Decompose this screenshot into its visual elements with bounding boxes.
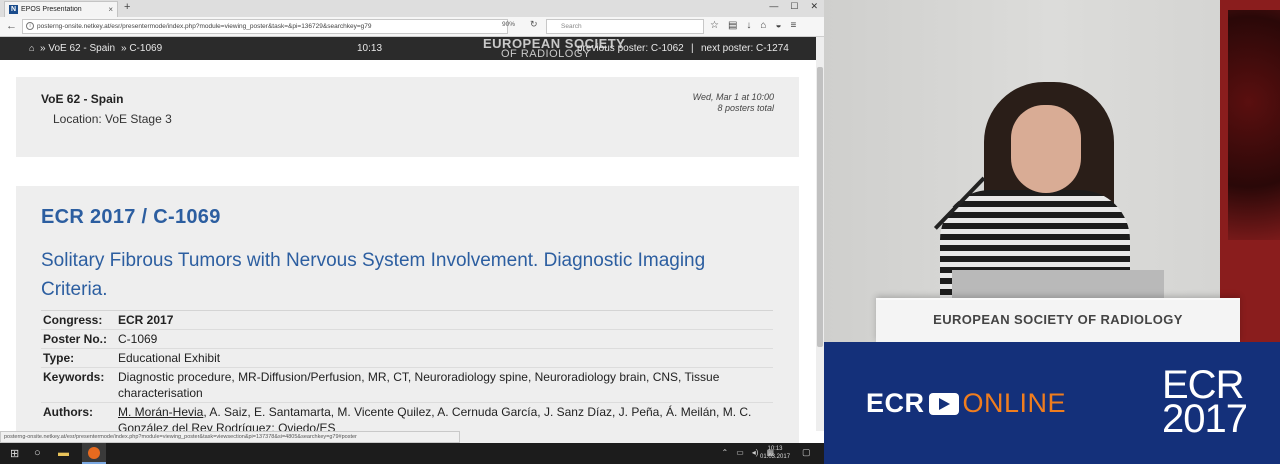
firefox-taskbar-icon[interactable] [82, 443, 106, 464]
url-bar[interactable]: i posterng-onsite.netkey.at/esr/presente… [22, 19, 508, 34]
poster-navigation-bar: ⌂ » VoE 62 - Spain » C-1069 10:13 EUROPE… [0, 37, 816, 60]
previous-poster-link[interactable]: previous poster: C-1062 [577, 43, 684, 54]
browser-window: N EPOS Presentation × + — ☐ ✕ ← i poster… [0, 0, 824, 443]
close-window-icon[interactable]: ✕ [810, 1, 818, 12]
home-icon[interactable]: ⌂ [760, 20, 766, 31]
table-row: Type: Educational Exhibit [41, 348, 773, 367]
windows-taskbar: ⊞ ○ ▬ ⌃ ▭ ◂) ▦ 10:13 01.03.2017 ▢ [0, 443, 824, 464]
search-placeholder: Search [561, 23, 582, 30]
windows-start-icon[interactable]: ⊞ [10, 447, 19, 460]
bookmark-star-icon[interactable]: ☆ [710, 20, 719, 31]
favicon-icon: N [9, 5, 18, 14]
reading-list-icon[interactable]: ▤ [728, 20, 737, 31]
notifications-icon[interactable]: ▢ [802, 447, 811, 458]
toolbar-icons: ☆ ▤ ↓ ⌂ ◒ ≡ [710, 20, 796, 31]
play-icon [928, 392, 959, 415]
download-icon[interactable]: ↓ [746, 20, 751, 31]
separator: | [691, 43, 694, 54]
maximize-icon[interactable]: ☐ [790, 1, 798, 12]
zoom-level[interactable]: 90% [502, 21, 515, 28]
table-row: Congress: ECR 2017 [41, 310, 773, 329]
vertical-scrollbar[interactable] [816, 37, 824, 431]
search-icon[interactable]: ○ [34, 447, 41, 459]
scroll-thumb[interactable] [817, 67, 823, 347]
network-icon[interactable]: ▭ [736, 448, 744, 457]
volume-icon[interactable]: ◂) [752, 448, 759, 457]
reload-icon[interactable]: ↻ [530, 19, 538, 30]
table-row: Keywords: Diagnostic procedure, MR-Diffu… [41, 367, 773, 402]
poster-info-box: ECR 2017 / C-1069 Solitary Fibrous Tumor… [16, 186, 799, 443]
first-author-link[interactable]: M. Morán-Hevia [118, 405, 203, 419]
lectern-sign: EUROPEAN SOCIETY OF RADIOLOGY [933, 312, 1183, 327]
poster-id: ECR 2017 / C-1069 [41, 206, 221, 228]
taskbar-clock[interactable]: 10:13 01.03.2017 [760, 445, 790, 461]
table-row: Poster No.: C-1069 [41, 329, 773, 348]
session-info-box: VoE 62 - Spain Location: VoE Stage 3 Wed… [16, 77, 799, 157]
tab-title: EPOS Presentation [21, 6, 82, 13]
poster-metadata-table: Congress: ECR 2017 Poster No.: C-1069 Ty… [41, 310, 773, 437]
minimize-icon[interactable]: — [769, 1, 778, 12]
menu-icon[interactable]: ≡ [791, 20, 797, 31]
file-explorer-icon[interactable]: ▬ [58, 447, 69, 459]
page-content: VoE 62 - Spain Location: VoE Stage 3 Wed… [0, 60, 816, 443]
pocket-icon[interactable]: ◒ [775, 20, 781, 31]
search-input[interactable]: Search [546, 19, 704, 34]
breadcrumb-poster[interactable]: » C-1069 [121, 43, 162, 54]
ecr-2017-logo: ECR 2017 [1162, 363, 1248, 441]
tab-strip: N EPOS Presentation × + — ☐ ✕ [0, 0, 824, 17]
window-controls: — ☐ ✕ [769, 1, 818, 12]
session-title: VoE 62 - Spain [41, 92, 124, 106]
chevron-up-icon[interactable]: ⌃ [721, 448, 728, 457]
home-icon[interactable]: ⌂ [29, 43, 34, 53]
ecr-online-logo: ECR ONLINE [866, 388, 1067, 418]
status-url: posterng-onsite.netkey.at/esr/presenterm… [0, 431, 460, 443]
ecr-online-banner: ECR ONLINE ECR 2017 [824, 342, 1280, 464]
next-poster-link[interactable]: next poster: C-1274 [701, 43, 789, 54]
session-location: Location: VoE Stage 3 [53, 112, 172, 126]
nav-toolbar: ← i posterng-onsite.netkey.at/esr/presen… [0, 17, 824, 37]
decor-artwork [1228, 10, 1280, 240]
breadcrumb-session[interactable]: » VoE 62 - Spain [40, 43, 115, 54]
close-tab-icon[interactable]: × [108, 5, 113, 14]
speaker-face [1011, 105, 1081, 193]
new-tab-icon[interactable]: + [124, 1, 130, 13]
url-text: posterng-onsite.netkey.at/esr/presenterm… [37, 23, 372, 30]
screen: N EPOS Presentation × + — ☐ ✕ ← i poster… [0, 0, 1280, 464]
back-icon[interactable]: ← [6, 20, 17, 32]
browser-tab[interactable]: N EPOS Presentation × [4, 1, 118, 17]
info-icon[interactable]: i [26, 22, 34, 30]
speaker-video: EUROPEAN SOCIETY OF RADIOLOGY [824, 0, 1280, 342]
lectern: EUROPEAN SOCIETY OF RADIOLOGY [876, 298, 1240, 342]
session-date: Wed, Mar 1 at 10:00 8 posters total [692, 92, 774, 113]
poster-title[interactable]: Solitary Fibrous Tumors with Nervous Sys… [41, 246, 741, 304]
clock-display: 10:13 [357, 43, 383, 54]
